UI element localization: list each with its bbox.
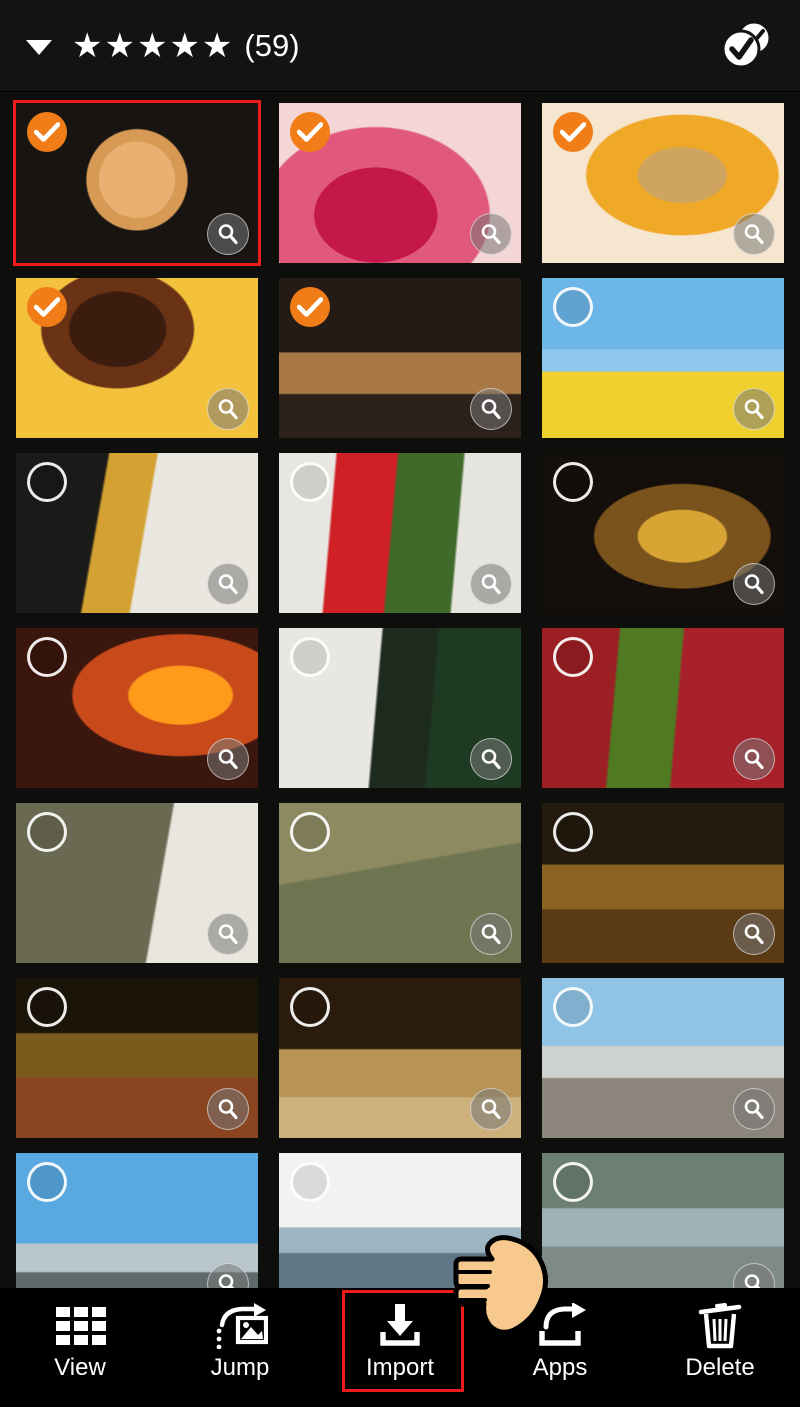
photo-thumbnail[interactable] — [16, 453, 258, 613]
toolbar-label: Jump — [210, 1354, 270, 1381]
magnifier-icon[interactable] — [470, 213, 512, 255]
toolbar-label: Delete — [685, 1354, 755, 1381]
toolbar-label: Import — [365, 1354, 434, 1381]
checkbox-unchecked-icon[interactable] — [553, 462, 593, 502]
photo-grid — [13, 100, 784, 1313]
magnifier-icon[interactable] — [207, 1088, 249, 1130]
magnifier-icon[interactable] — [470, 913, 512, 955]
checkbox-checked-icon[interactable] — [290, 287, 330, 327]
checkbox-unchecked-icon[interactable] — [27, 987, 67, 1027]
photo-thumbnail[interactable] — [542, 628, 784, 788]
checkbox-unchecked-icon[interactable] — [553, 287, 593, 327]
magnifier-icon[interactable] — [207, 563, 249, 605]
magnifier-icon[interactable] — [733, 213, 775, 255]
checkbox-unchecked-icon[interactable] — [290, 812, 330, 852]
photo-thumbnail[interactable] — [279, 278, 521, 438]
checkbox-unchecked-icon[interactable] — [553, 637, 593, 677]
magnifier-icon[interactable] — [207, 738, 249, 780]
checkbox-checked-icon[interactable] — [553, 112, 593, 152]
photo-thumbnail[interactable] — [16, 978, 258, 1138]
photo-thumbnail[interactable] — [279, 628, 521, 788]
select-all-check-icon[interactable] — [712, 16, 778, 76]
magnifier-icon[interactable] — [207, 388, 249, 430]
photo-thumbnail[interactable] — [542, 278, 784, 438]
magnifier-icon[interactable] — [470, 563, 512, 605]
chevron-down-icon[interactable] — [22, 31, 56, 65]
grid-view-icon — [54, 1300, 106, 1352]
toolbar-button-apps[interactable]: Apps — [492, 1300, 628, 1392]
toolbar-button-delete[interactable]: Delete — [652, 1300, 788, 1392]
checkbox-checked-icon[interactable] — [27, 112, 67, 152]
checkbox-checked-icon[interactable] — [27, 287, 67, 327]
photo-thumbnail[interactable] — [542, 978, 784, 1138]
trash-icon — [697, 1300, 743, 1352]
toolbar-label: Apps — [532, 1354, 588, 1381]
checkbox-unchecked-icon[interactable] — [553, 1162, 593, 1202]
magnifier-icon[interactable] — [207, 913, 249, 955]
magnifier-icon[interactable] — [733, 1088, 775, 1130]
checkbox-unchecked-icon[interactable] — [290, 462, 330, 502]
toolbar-button-jump[interactable]: Jump — [172, 1300, 308, 1392]
magnifier-icon[interactable] — [733, 563, 775, 605]
checkbox-unchecked-icon[interactable] — [553, 812, 593, 852]
magnifier-icon[interactable] — [733, 388, 775, 430]
checkbox-unchecked-icon[interactable] — [27, 812, 67, 852]
magnifier-icon[interactable] — [470, 1088, 512, 1130]
header-bar: ★★★★★ (59) — [0, 0, 800, 92]
share-apps-icon — [534, 1300, 586, 1352]
magnifier-icon[interactable] — [470, 388, 512, 430]
checkbox-unchecked-icon[interactable] — [27, 637, 67, 677]
magnifier-icon[interactable] — [733, 913, 775, 955]
import-down-arrow-icon — [375, 1300, 425, 1352]
photo-thumbnail[interactable] — [542, 453, 784, 613]
checkbox-checked-icon[interactable] — [290, 112, 330, 152]
checkbox-unchecked-icon[interactable] — [27, 1162, 67, 1202]
photo-thumbnail[interactable] — [13, 100, 261, 266]
photo-thumbnail[interactable] — [16, 278, 258, 438]
magnifier-icon[interactable] — [470, 738, 512, 780]
photo-thumbnail[interactable] — [279, 103, 521, 263]
checkbox-unchecked-icon[interactable] — [553, 987, 593, 1027]
bottom-toolbar: View Jump Import Apps Delete — [0, 1288, 800, 1407]
rating-stars[interactable]: ★★★★★ — [72, 29, 234, 63]
magnifier-icon[interactable] — [733, 738, 775, 780]
toolbar-button-view[interactable]: View — [12, 1300, 148, 1392]
photo-thumbnail[interactable] — [279, 453, 521, 613]
photo-thumbnail[interactable] — [279, 803, 521, 963]
photo-thumbnail[interactable] — [542, 103, 784, 263]
jump-photo-icon — [212, 1300, 268, 1352]
checkbox-unchecked-icon[interactable] — [290, 637, 330, 677]
toolbar-button-import[interactable]: Import — [332, 1290, 468, 1392]
checkbox-unchecked-icon[interactable] — [27, 462, 67, 502]
magnifier-icon[interactable] — [207, 213, 249, 255]
photo-thumbnail[interactable] — [16, 628, 258, 788]
photo-picker-screen: ★★★★★ (59) View Jump Import Apps Delete — [0, 0, 800, 1407]
checkbox-unchecked-icon[interactable] — [290, 1162, 330, 1202]
checkbox-unchecked-icon[interactable] — [290, 987, 330, 1027]
photo-thumbnail[interactable] — [542, 803, 784, 963]
photo-thumbnail[interactable] — [16, 803, 258, 963]
toolbar-label: View — [54, 1354, 106, 1381]
photo-thumbnail[interactable] — [279, 978, 521, 1138]
rating-count: (59) — [244, 28, 300, 63]
